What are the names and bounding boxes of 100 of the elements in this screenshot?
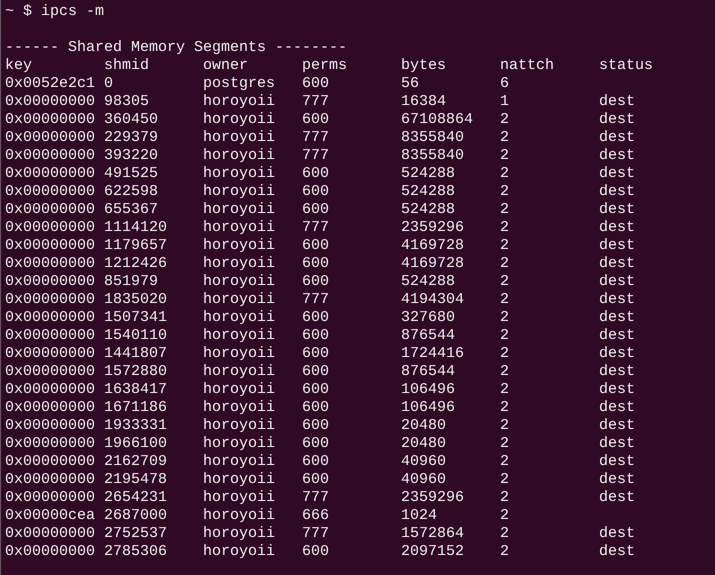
table-cell: 4194304 xyxy=(401,291,464,309)
table-cell: 0x00000000 xyxy=(5,111,96,129)
table-cell: 67108864 xyxy=(401,111,474,129)
table-cell: 8355840 xyxy=(401,147,464,165)
table-cell: 0x00000000 xyxy=(5,345,96,363)
table-cell: 777 xyxy=(302,93,330,111)
table-cell: 0x00000000 xyxy=(5,453,96,471)
table-cell: 600 xyxy=(302,273,330,291)
table-cell: 106496 xyxy=(401,399,456,417)
table-cell: horoyoii xyxy=(203,165,276,183)
table-cell: dest xyxy=(599,417,636,435)
table-cell: dest xyxy=(599,147,636,165)
table-cell: horoyoii xyxy=(203,291,276,309)
table-cell: dest xyxy=(599,381,636,399)
table-cell: 16384 xyxy=(401,93,446,111)
table-cell: 20480 xyxy=(401,435,446,453)
table-cell: 1638417 xyxy=(104,381,168,399)
table-cell: 600 xyxy=(302,435,330,453)
table-cell: 0x00000000 xyxy=(5,543,96,561)
table-cell: dest xyxy=(599,273,636,291)
table-cell: 600 xyxy=(302,237,330,255)
table-cell: horoyoii xyxy=(203,147,276,165)
table-cell: 2 xyxy=(500,147,510,165)
table-cell: horoyoii xyxy=(203,219,276,237)
table-cell: dest xyxy=(599,489,636,507)
table-cell: 600 xyxy=(302,471,330,489)
table-cell: 360450 xyxy=(104,111,158,129)
table-cell: 0x00000000 xyxy=(5,147,96,165)
table-cell: horoyoii xyxy=(203,129,276,147)
table-cell: 600 xyxy=(302,345,330,363)
table-cell: 0x00000000 xyxy=(5,291,96,309)
table-cell: 2 xyxy=(500,201,510,219)
table-cell: 0x00000000 xyxy=(5,309,96,327)
table-cell: 0x00000000 xyxy=(5,525,96,543)
table-cell: 2654231 xyxy=(104,489,168,507)
table-cell: horoyoii xyxy=(203,489,276,507)
table-cell: 1 xyxy=(500,93,510,111)
table-cell: 2 xyxy=(500,399,510,417)
table-cell: 2752537 xyxy=(104,525,168,543)
table-cell: 1572880 xyxy=(104,363,168,381)
table-cell: dest xyxy=(599,363,636,381)
table-cell: 1966100 xyxy=(104,435,168,453)
table-cell: horoyoii xyxy=(203,309,276,327)
table-cell: 1540110 xyxy=(104,327,168,345)
table-cell: 56 xyxy=(401,75,420,93)
table-cell: 40960 xyxy=(401,471,446,489)
table-cell: 2195478 xyxy=(104,471,168,489)
table-cell: 600 xyxy=(302,363,330,381)
table-cell: 0x0052e2c1 xyxy=(5,75,96,93)
table-cell: 622598 xyxy=(104,183,158,201)
table-cell: 0x00000000 xyxy=(5,183,96,201)
table-cell: 98305 xyxy=(104,93,150,111)
table-cell: 0x00000000 xyxy=(5,435,96,453)
table-cell: 327680 xyxy=(401,309,456,327)
table-cell: 2097152 xyxy=(401,543,464,561)
table-cell: 0x00000000 xyxy=(5,93,96,111)
table-cell: dest xyxy=(599,129,636,147)
table-cell: dest xyxy=(599,525,636,543)
table-cell: 2 xyxy=(500,237,510,255)
table-cell: horoyoii xyxy=(203,363,276,381)
table-cell: 2 xyxy=(500,435,510,453)
table-cell: 600 xyxy=(302,543,330,561)
table-cell: 0x00000000 xyxy=(5,363,96,381)
table-cell: 393220 xyxy=(104,147,158,165)
table-cell: 0x00000000 xyxy=(5,165,96,183)
table-cell: dest xyxy=(599,237,636,255)
table-cell: dest xyxy=(599,327,636,345)
table-cell: 524288 xyxy=(401,165,456,183)
table-cell: 600 xyxy=(302,309,330,327)
table-cell: 0x00000000 xyxy=(5,273,96,291)
table-cell: 2 xyxy=(500,363,510,381)
table-cell: 4169728 xyxy=(401,237,464,255)
table-cell: 1024 xyxy=(401,507,438,525)
section-title: ------ Shared Memory Segments -------- xyxy=(5,39,348,57)
column-header: shmid xyxy=(104,57,150,75)
table-cell: 0x00000000 xyxy=(5,129,96,147)
table-cell: 777 xyxy=(302,291,330,309)
table-cell: 40960 xyxy=(401,453,446,471)
column-header: nattch xyxy=(500,57,554,75)
table-cell: horoyoii xyxy=(203,507,276,525)
table-cell: horoyoii xyxy=(203,417,276,435)
table-cell: 600 xyxy=(302,399,330,417)
table-cell: 2 xyxy=(500,507,510,525)
table-cell: dest xyxy=(599,219,636,237)
table-cell: 2785306 xyxy=(104,543,168,561)
table-cell: 20480 xyxy=(401,417,446,435)
table-cell: 600 xyxy=(302,381,330,399)
table-cell: horoyoii xyxy=(203,471,276,489)
table-cell: 0 xyxy=(104,75,114,93)
table-cell: horoyoii xyxy=(203,399,276,417)
table-cell: 8355840 xyxy=(401,129,464,147)
table-cell: dest xyxy=(599,255,636,273)
table-cell: horoyoii xyxy=(203,93,276,111)
table-cell: 2 xyxy=(500,417,510,435)
table-cell: 0x00000000 xyxy=(5,489,96,507)
table-cell: 2 xyxy=(500,525,510,543)
table-cell: 2 xyxy=(500,255,510,273)
table-cell: horoyoii xyxy=(203,525,276,543)
table-cell: 2359296 xyxy=(401,489,464,507)
table-cell: horoyoii xyxy=(203,453,276,471)
